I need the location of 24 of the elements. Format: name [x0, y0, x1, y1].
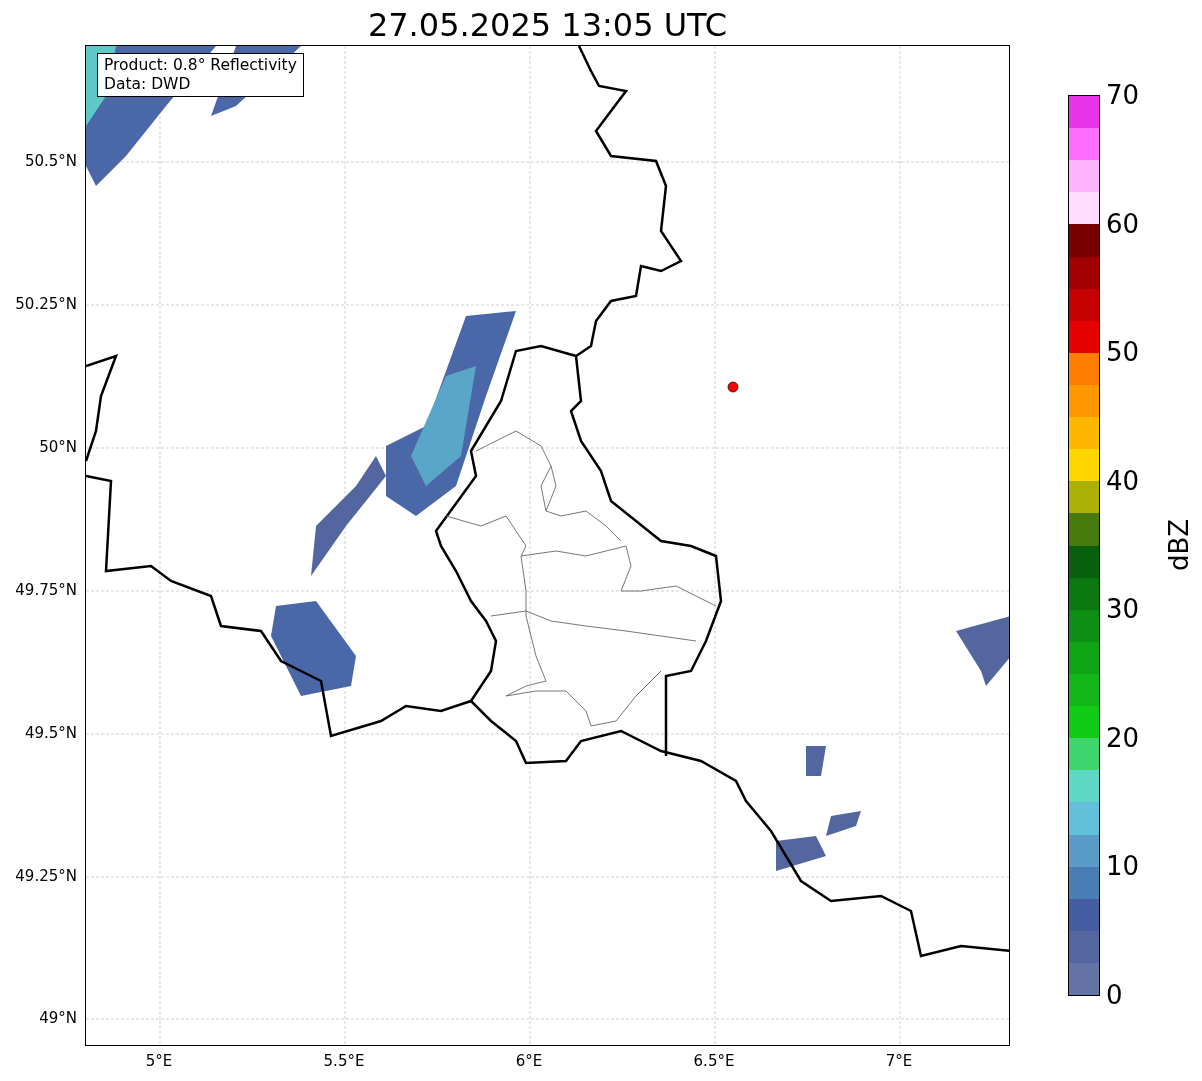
x-axis-label: 5.5°E [323, 1052, 365, 1070]
chart-title: 27.05.2025 13:05 UTC [367, 5, 728, 45]
y-axis-label: 50.25°N [15, 295, 77, 313]
x-axis-label: 6°E [515, 1052, 543, 1070]
y-axis-label: 49.5°N [24, 724, 77, 742]
colorbar-tick-label: 0 [1106, 980, 1123, 1010]
colorbar-tick-label: 20 [1106, 722, 1140, 753]
colorbar-label: dBZ [1164, 518, 1195, 572]
x-axis-label: 5°E [145, 1052, 173, 1070]
y-axis-label: 49.75°N [15, 581, 77, 599]
y-axis-label: 49.25°N [15, 867, 77, 885]
colorbar-tick-label: 10 [1106, 851, 1140, 882]
x-axis-label: 6.5°E [693, 1052, 735, 1070]
y-axis-label: 50°N [39, 438, 77, 456]
y-axis-label: 50.5°N [24, 152, 77, 170]
colorbar-tick-label: 40 [1106, 465, 1140, 496]
colorbar-tick-label: 70 [1106, 80, 1140, 110]
colorbar-tick-label: 50 [1106, 337, 1140, 368]
colorbar-tick-label: 60 [1106, 208, 1140, 239]
colorbar-tick-label: 30 [1106, 594, 1140, 625]
info-text: Data: DWD [104, 75, 192, 94]
info-text: Product: 0.8° Reflectivity [104, 56, 297, 75]
y-axis-label: 49°N [39, 1009, 77, 1027]
x-axis-label: 7°E [885, 1052, 913, 1070]
